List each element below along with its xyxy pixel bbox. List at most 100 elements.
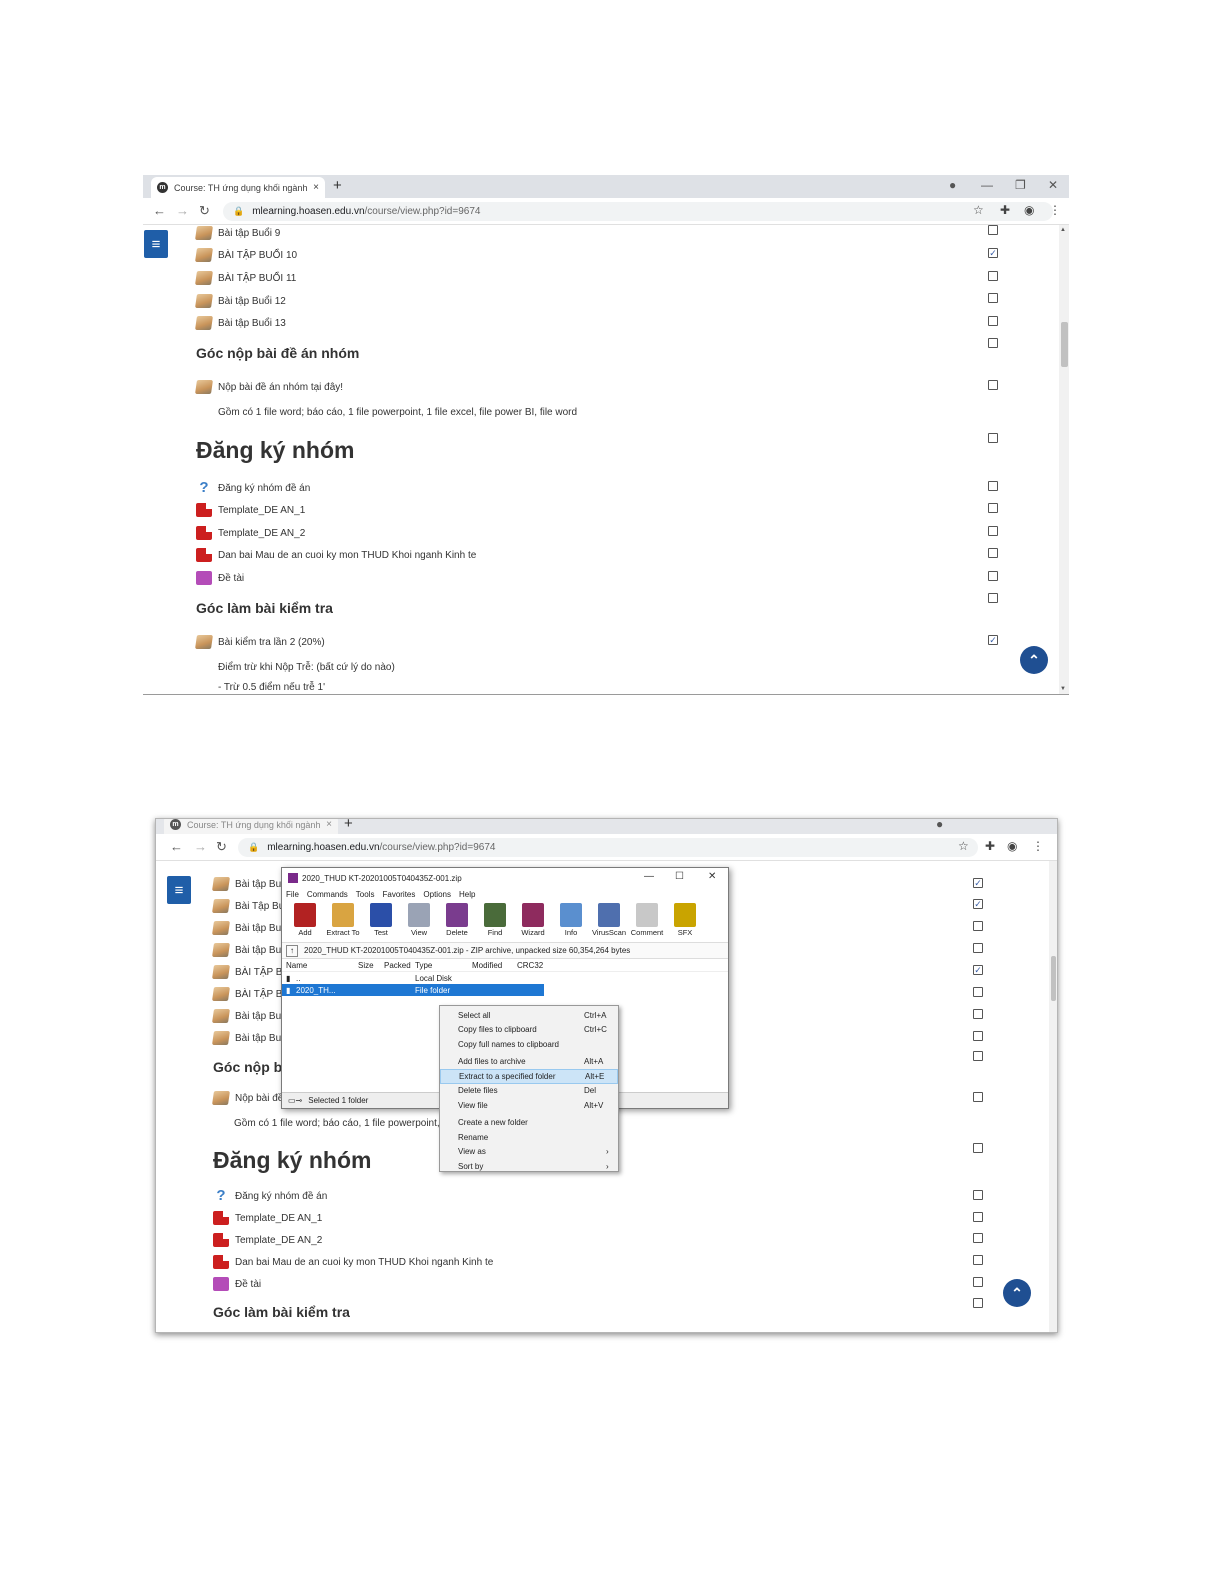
col-name[interactable]: Name	[286, 961, 307, 970]
completion-checkbox[interactable]	[973, 1233, 983, 1243]
activity-item[interactable]: Bài tập Buổi 12	[195, 294, 286, 308]
new-tab-button[interactable]: +	[344, 819, 353, 832]
menu-item-view-as[interactable]: View as ›	[440, 1145, 618, 1160]
reload-icon[interactable]: ↻	[216, 839, 227, 855]
tool-add-button[interactable]: Add	[286, 901, 324, 942]
activity-item[interactable]: Đề tài	[196, 571, 244, 585]
completion-checkbox[interactable]	[973, 1212, 983, 1222]
col-type[interactable]: Type	[415, 961, 432, 970]
scrollbar[interactable]	[1049, 861, 1057, 1332]
col-size[interactable]: Size	[358, 961, 374, 970]
tool-extract-button[interactable]: Extract To	[324, 901, 362, 942]
activity-item[interactable]: Template_DE AN_2	[213, 1233, 322, 1247]
completion-checkbox[interactable]	[988, 380, 998, 390]
activity-item[interactable]: Template_DE AN_1	[213, 1211, 322, 1225]
scroll-thumb[interactable]	[1051, 956, 1056, 1001]
completion-checkbox[interactable]	[973, 1277, 983, 1287]
tool-view-button[interactable]: View	[400, 901, 438, 942]
completion-checkbox[interactable]	[973, 943, 983, 953]
activity-item[interactable]: ? Đăng ký nhóm đề án	[213, 1188, 327, 1203]
menu-item-extract-to-folder[interactable]: Extract to a specified folder Alt+E	[440, 1069, 618, 1084]
completion-checkbox[interactable]	[988, 481, 998, 491]
star-icon[interactable]: ☆	[958, 839, 969, 853]
completion-checkbox[interactable]	[988, 526, 998, 536]
activity-item[interactable]: Nộp bài đề	[212, 1091, 283, 1105]
menu-item-select-all[interactable]: Select all Ctrl+A	[440, 1008, 618, 1023]
forward-arrow-icon[interactable]: →	[194, 839, 207, 854]
account-icon[interactable]: ◉	[1007, 839, 1017, 853]
menu-dots-icon[interactable]: ⋮	[1049, 203, 1061, 217]
activity-item[interactable]: Bài tập Buổ	[212, 877, 287, 891]
back-to-top-button[interactable]: ⌃	[1003, 1279, 1031, 1307]
completion-checkbox[interactable]: ✓	[973, 899, 983, 909]
menu-item-copy-names[interactable]: Copy full names to clipboard	[440, 1037, 618, 1052]
tool-virusscan-button[interactable]: VirusScan	[590, 901, 628, 942]
completion-checkbox[interactable]: ✓	[988, 248, 998, 258]
completion-checkbox[interactable]	[988, 593, 998, 603]
completion-checkbox[interactable]	[988, 271, 998, 281]
completion-checkbox[interactable]	[973, 1031, 983, 1041]
completion-checkbox[interactable]	[988, 503, 998, 513]
completion-checkbox[interactable]	[973, 1143, 983, 1153]
browser-tab[interactable]: m Course: TH ứng dụng khối ngành ×	[151, 177, 325, 198]
col-modified[interactable]: Modified	[472, 961, 502, 970]
course-index-drawer-icon[interactable]: ≡	[144, 230, 168, 258]
col-crc32[interactable]: CRC32	[517, 961, 543, 970]
tool-find-button[interactable]: Find	[476, 901, 514, 942]
course-index-drawer-icon[interactable]: ≡	[167, 876, 191, 904]
completion-checkbox[interactable]: ✓	[973, 965, 983, 975]
tool-wizard-button[interactable]: Wizard	[514, 901, 552, 942]
close-tab-icon[interactable]: ×	[326, 819, 332, 830]
url-field[interactable]: 🔒 mlearning.hoasen.edu.vn/course/view.ph…	[238, 838, 978, 857]
restore-icon[interactable]: ❐	[1015, 178, 1026, 192]
activity-item[interactable]: Bài tập Buổ	[212, 1031, 287, 1045]
activity-item[interactable]: Bài tập Buổi 13	[195, 316, 286, 330]
activity-item[interactable]: BÀI TẬP BUỔI 10	[195, 248, 297, 262]
up-folder-icon[interactable]: ↑	[286, 944, 298, 957]
activity-item[interactable]: Template_DE AN_1	[196, 503, 305, 517]
url-field[interactable]: 🔒 mlearning.hoasen.edu.vn/course/view.ph…	[223, 202, 1053, 221]
menu-dots-icon[interactable]: ⋮	[1032, 839, 1044, 853]
activity-item[interactable]: Đề tài	[213, 1277, 261, 1291]
menu-item-delete-files[interactable]: Delete files Del	[440, 1084, 618, 1099]
menu-item-sort-by[interactable]: Sort by ›	[440, 1159, 618, 1174]
menu-commands[interactable]: Commands	[307, 890, 348, 899]
completion-checkbox[interactable]	[988, 548, 998, 558]
back-arrow-icon[interactable]: ←	[153, 203, 166, 218]
menu-item-view-file[interactable]: View file Alt+V	[440, 1098, 618, 1113]
completion-checkbox[interactable]	[973, 1092, 983, 1102]
scroll-thumb[interactable]	[1061, 322, 1068, 367]
scroll-up-icon[interactable]: ▲	[1060, 227, 1066, 233]
minimize-icon[interactable]: —	[644, 871, 654, 882]
activity-item[interactable]: BÀI TẬP BUỔI 11	[195, 271, 296, 285]
col-packed[interactable]: Packed	[384, 961, 411, 970]
profile-download-icon[interactable]: ●	[936, 819, 943, 831]
minimize-icon[interactable]: —	[981, 178, 993, 192]
maximize-icon[interactable]: ☐	[675, 871, 684, 882]
tool-test-button[interactable]: Test	[362, 901, 400, 942]
new-tab-button[interactable]: +	[333, 177, 342, 194]
file-row[interactable]: ▮ .. Local Disk	[282, 972, 728, 984]
forward-arrow-icon[interactable]: →	[176, 203, 189, 218]
menu-item-copy-files[interactable]: Copy files to clipboard Ctrl+C	[440, 1023, 618, 1038]
tool-comment-button[interactable]: Comment	[628, 901, 666, 942]
completion-checkbox[interactable]	[988, 433, 998, 443]
activity-item[interactable]: BÀI TẬP BU	[212, 965, 290, 979]
activity-item[interactable]: Bài tập Buổ	[212, 1009, 287, 1023]
completion-checkbox[interactable]	[973, 1255, 983, 1265]
activity-item[interactable]: Bài tập Buổ	[212, 943, 287, 957]
tool-sfx-button[interactable]: SFX	[666, 901, 704, 942]
completion-checkbox[interactable]	[988, 293, 998, 303]
activity-item[interactable]: Bài kiểm tra lần 2 (20%)	[195, 635, 325, 649]
file-row-selected[interactable]: ▮ 2020_TH... File folder	[282, 984, 544, 996]
scroll-down-icon[interactable]: ▼	[1060, 686, 1066, 692]
account-icon[interactable]: ◉	[1024, 203, 1034, 217]
completion-checkbox[interactable]: ✓	[973, 878, 983, 888]
activity-item[interactable]: Bài tập Buổi 9	[195, 226, 280, 240]
activity-item[interactable]: Dan bai Mau de an cuoi ky mon THUD Khoi …	[213, 1255, 493, 1269]
activity-item[interactable]: Bài Tập Bu	[212, 899, 284, 913]
completion-checkbox[interactable]	[988, 225, 998, 235]
completion-checkbox[interactable]	[973, 1051, 983, 1061]
activity-item[interactable]: Bài tập Buổ	[212, 921, 287, 935]
activity-item[interactable]: BÀI TẬP BU	[212, 987, 290, 1001]
